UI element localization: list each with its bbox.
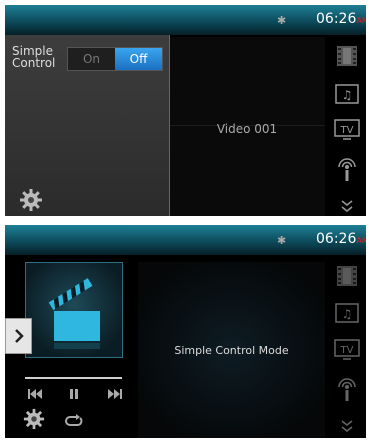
music-icon[interactable]: ♫ bbox=[333, 83, 361, 105]
clock-time: 06:26 bbox=[316, 231, 357, 247]
gear-icon[interactable] bbox=[19, 188, 43, 216]
video-icon[interactable] bbox=[333, 265, 361, 287]
expand-panel-button[interactable] bbox=[5, 318, 32, 354]
clock-time: 06:26 bbox=[316, 11, 357, 27]
music-icon[interactable]: ♫ bbox=[333, 302, 361, 324]
status-bar: ✱ 06:26AM bbox=[5, 5, 366, 35]
clock: 06:26AM bbox=[316, 231, 366, 247]
screen-simple-mode: ✱ 06:26AM Simple Control Mode ♫ TV bbox=[5, 225, 366, 438]
status-bar: ✱ 06:26AM bbox=[5, 225, 366, 255]
clapperboard-icon bbox=[48, 278, 100, 349]
screen-settings: ✱ 06:26AM Video 001 ♫ TV Simple Control … bbox=[5, 5, 366, 216]
clock-ampm: AM bbox=[356, 236, 366, 245]
radio-icon[interactable] bbox=[333, 373, 361, 403]
gear-icon[interactable] bbox=[23, 408, 45, 434]
svg-text:♫: ♫ bbox=[342, 88, 353, 102]
album-art bbox=[25, 262, 123, 358]
simple-control-mode-text: Simple Control Mode bbox=[174, 344, 289, 357]
tv-icon[interactable]: TV bbox=[333, 119, 361, 141]
pause-icon[interactable] bbox=[62, 385, 86, 403]
clock: 06:26AM bbox=[316, 11, 366, 27]
bluetooth-icon: ✱ bbox=[277, 234, 287, 247]
simple-control-label: Simple Control bbox=[12, 45, 55, 69]
radio-icon[interactable] bbox=[333, 153, 361, 183]
progress-bar[interactable] bbox=[25, 377, 122, 379]
clock-ampm: AM bbox=[356, 16, 366, 25]
bluetooth-icon: ✱ bbox=[277, 14, 287, 27]
svg-text:TV: TV bbox=[340, 345, 354, 356]
chevron-right-icon bbox=[14, 329, 24, 343]
settings-panel: Simple Control On Off bbox=[5, 35, 170, 216]
previous-icon[interactable] bbox=[23, 385, 47, 403]
simple-control-mode-area[interactable]: Simple Control Mode bbox=[138, 262, 325, 438]
repeat-icon[interactable] bbox=[62, 412, 86, 430]
chevron-down-icon[interactable] bbox=[333, 195, 361, 216]
source-sidebar: ♫ TV bbox=[328, 255, 366, 438]
video-main-area[interactable]: Video 001 bbox=[169, 37, 325, 216]
video-title: Video 001 bbox=[216, 122, 278, 136]
svg-text:♫: ♫ bbox=[342, 307, 353, 321]
video-icon[interactable] bbox=[333, 45, 361, 67]
chevron-down-icon[interactable] bbox=[333, 415, 361, 437]
simple-control-toggle[interactable]: On Off bbox=[67, 47, 163, 71]
svg-text:TV: TV bbox=[340, 125, 354, 136]
source-sidebar: ♫ TV bbox=[328, 35, 366, 216]
toggle-off-button[interactable]: Off bbox=[115, 48, 162, 70]
next-icon[interactable] bbox=[103, 385, 127, 403]
tv-icon[interactable]: TV bbox=[333, 339, 361, 361]
toggle-on-button[interactable]: On bbox=[68, 48, 115, 70]
simple-control-label-line2: Control bbox=[12, 56, 56, 70]
